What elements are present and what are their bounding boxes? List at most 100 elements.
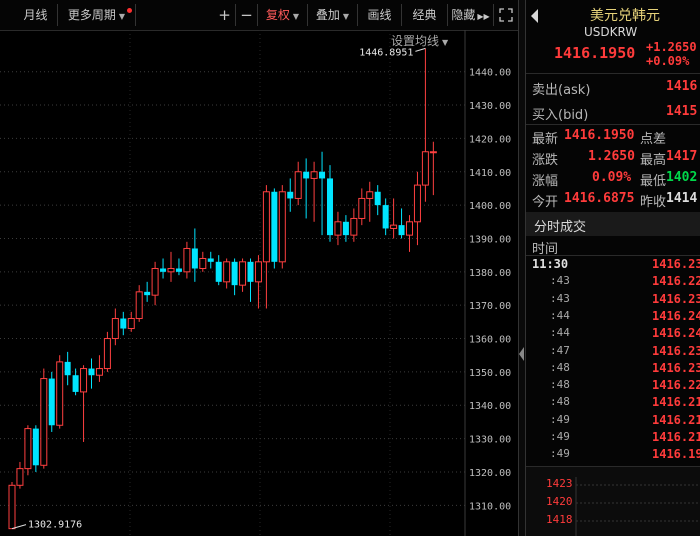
overlay-label: 叠加 [315, 8, 340, 22]
high-value: 1417 [666, 149, 698, 164]
candle-body-up [183, 247, 191, 273]
fullscreen-button[interactable] [494, 4, 518, 26]
candle-body-down [327, 178, 333, 236]
month-button[interactable]: 月线 [14, 4, 58, 26]
divider-line [526, 255, 700, 256]
prev-close-value: 1414 [666, 191, 698, 206]
candles [8, 48, 437, 530]
prev-symbol-button[interactable] [526, 8, 540, 28]
double-chevron-right-icon: ▶▶ [477, 12, 490, 21]
classic-button[interactable]: 经典 [402, 4, 448, 26]
hide-button[interactable]: 隐藏 ▶▶ [448, 4, 494, 26]
spread-label: 点差 [640, 132, 667, 147]
trade-row: :43 1416.22 [526, 274, 700, 291]
trade-price: 1416.23 [652, 291, 700, 306]
candle-body-up [223, 261, 231, 283]
restore-rights-dropdown[interactable]: 复权 ▼ [258, 4, 308, 26]
candle-body-down [32, 428, 39, 466]
panel-divider[interactable] [518, 0, 526, 536]
y-tick-label: 1400.00 [469, 201, 511, 212]
trade-price: 1416.24 [652, 308, 700, 323]
overlay-dropdown[interactable]: 叠加 ▼ [308, 4, 358, 26]
trade-price: 1416.21 [652, 430, 700, 444]
y-tick-label: 1340.00 [469, 401, 511, 412]
open-label: 今开 [532, 195, 559, 210]
candle-body-up [406, 221, 413, 236]
candle-body-down [120, 318, 127, 329]
candle-body-down [160, 268, 167, 272]
notification-dot-icon [127, 8, 132, 13]
candle-body-up [167, 267, 175, 273]
candlestick-chart[interactable]: 1440.00 1430.00 1420.00 1410.00 1400.00 1390.… [0, 30, 518, 536]
trade-row: :44 1416.24 [526, 309, 700, 326]
candle-body-down [64, 361, 71, 376]
y-tick-label: 1410.00 [469, 168, 511, 179]
trade-row: :49 1416.21 [526, 430, 700, 447]
y-tick-label: 1330.00 [469, 435, 511, 446]
hide-label: 隐藏 [451, 8, 476, 22]
trade-row: :48 1416.23 [526, 361, 700, 378]
trade-time: :48 [550, 395, 570, 409]
trade-price: 1416.21 [652, 395, 700, 410]
divider-line [526, 73, 700, 74]
y-tick-label: 1390.00 [469, 234, 511, 245]
latest-label: 最新 [532, 132, 559, 147]
draw-line-label: 画线 [367, 8, 392, 22]
trade-time: :44 [550, 308, 570, 322]
candle-body-down [374, 191, 381, 206]
mini-chart: 1423 1420 1418 [526, 467, 700, 536]
open-value: 1416.6875 [564, 191, 635, 206]
candle-body-down [207, 258, 214, 262]
candle-body-up [278, 191, 286, 263]
ask-label: 卖出(ask) [532, 83, 591, 98]
candle-body-down [191, 248, 198, 269]
candle-body-up [350, 217, 358, 236]
candle-body-up [310, 171, 318, 179]
mini-tick-3: 1418 [546, 513, 573, 526]
chevron-down-icon: ▼ [342, 12, 350, 21]
chevron-down-icon: ▼ [292, 12, 300, 21]
candle-body-down [382, 205, 389, 229]
more-periods-dropdown[interactable]: 更多周期 ▼ [58, 4, 136, 26]
candle-body-down [342, 221, 349, 236]
chevron-left-icon [531, 9, 538, 23]
annotations: 1446.8951 1302.9176 [11, 47, 426, 531]
price-change-pct: +0.09% [646, 54, 690, 68]
candle-body-down [303, 171, 310, 179]
draw-line-button[interactable]: 画线 [358, 4, 402, 26]
zoom-out-button[interactable]: − [236, 4, 258, 26]
candle-body-down [247, 261, 254, 282]
change-value: 1.2650 [588, 149, 635, 164]
chart-toolbar: 月线 更多周期 ▼ + − 复权 ▼ 叠加 ▼ 画线 经典 隐藏 ▶▶ [0, 0, 518, 31]
bid-value: 1415 [666, 104, 698, 119]
trade-time: :47 [550, 343, 570, 357]
low-value: 1402 [666, 170, 698, 185]
y-tick-label: 1440.00 [469, 68, 511, 79]
y-tick-label: 1350.00 [469, 368, 511, 379]
more-periods-label: 更多周期 [67, 8, 116, 22]
instrument-symbol: USDKRW [584, 25, 638, 39]
candle-body-up [262, 191, 270, 263]
trade-price: 1416.23 [652, 257, 700, 271]
trade-time: :49 [550, 430, 570, 443]
latest-value: 1416.1950 [564, 128, 635, 143]
quote-panel: 美元兑韩元 USDKRW 1416.1950 +1.2650 +0.09% 卖出… [526, 0, 700, 536]
trade-time: :49 [550, 447, 570, 461]
trade-price: 1416.24 [652, 326, 700, 341]
collapse-arrow-icon[interactable] [519, 346, 525, 361]
trade-row: :48 1416.21 [526, 395, 700, 412]
price-change: +1.2650 [646, 40, 697, 54]
candle-body-up [421, 151, 429, 186]
trade-time: :44 [550, 326, 570, 340]
trade-row: :47 1416.23 [526, 344, 700, 361]
mini-tick-2: 1420 [546, 495, 573, 508]
restore-rights-label: 复权 [265, 8, 290, 22]
y-tick-label: 1360.00 [469, 335, 511, 346]
candle-body-up [16, 468, 24, 486]
candle-body-up [239, 261, 247, 286]
trade-row: :49 1416.19 [526, 447, 700, 464]
trade-time: :43 [550, 291, 570, 305]
low-label: 最低 [640, 174, 667, 189]
bid-label: 买入(bid) [532, 108, 589, 123]
zoom-in-button[interactable]: + [214, 4, 236, 26]
